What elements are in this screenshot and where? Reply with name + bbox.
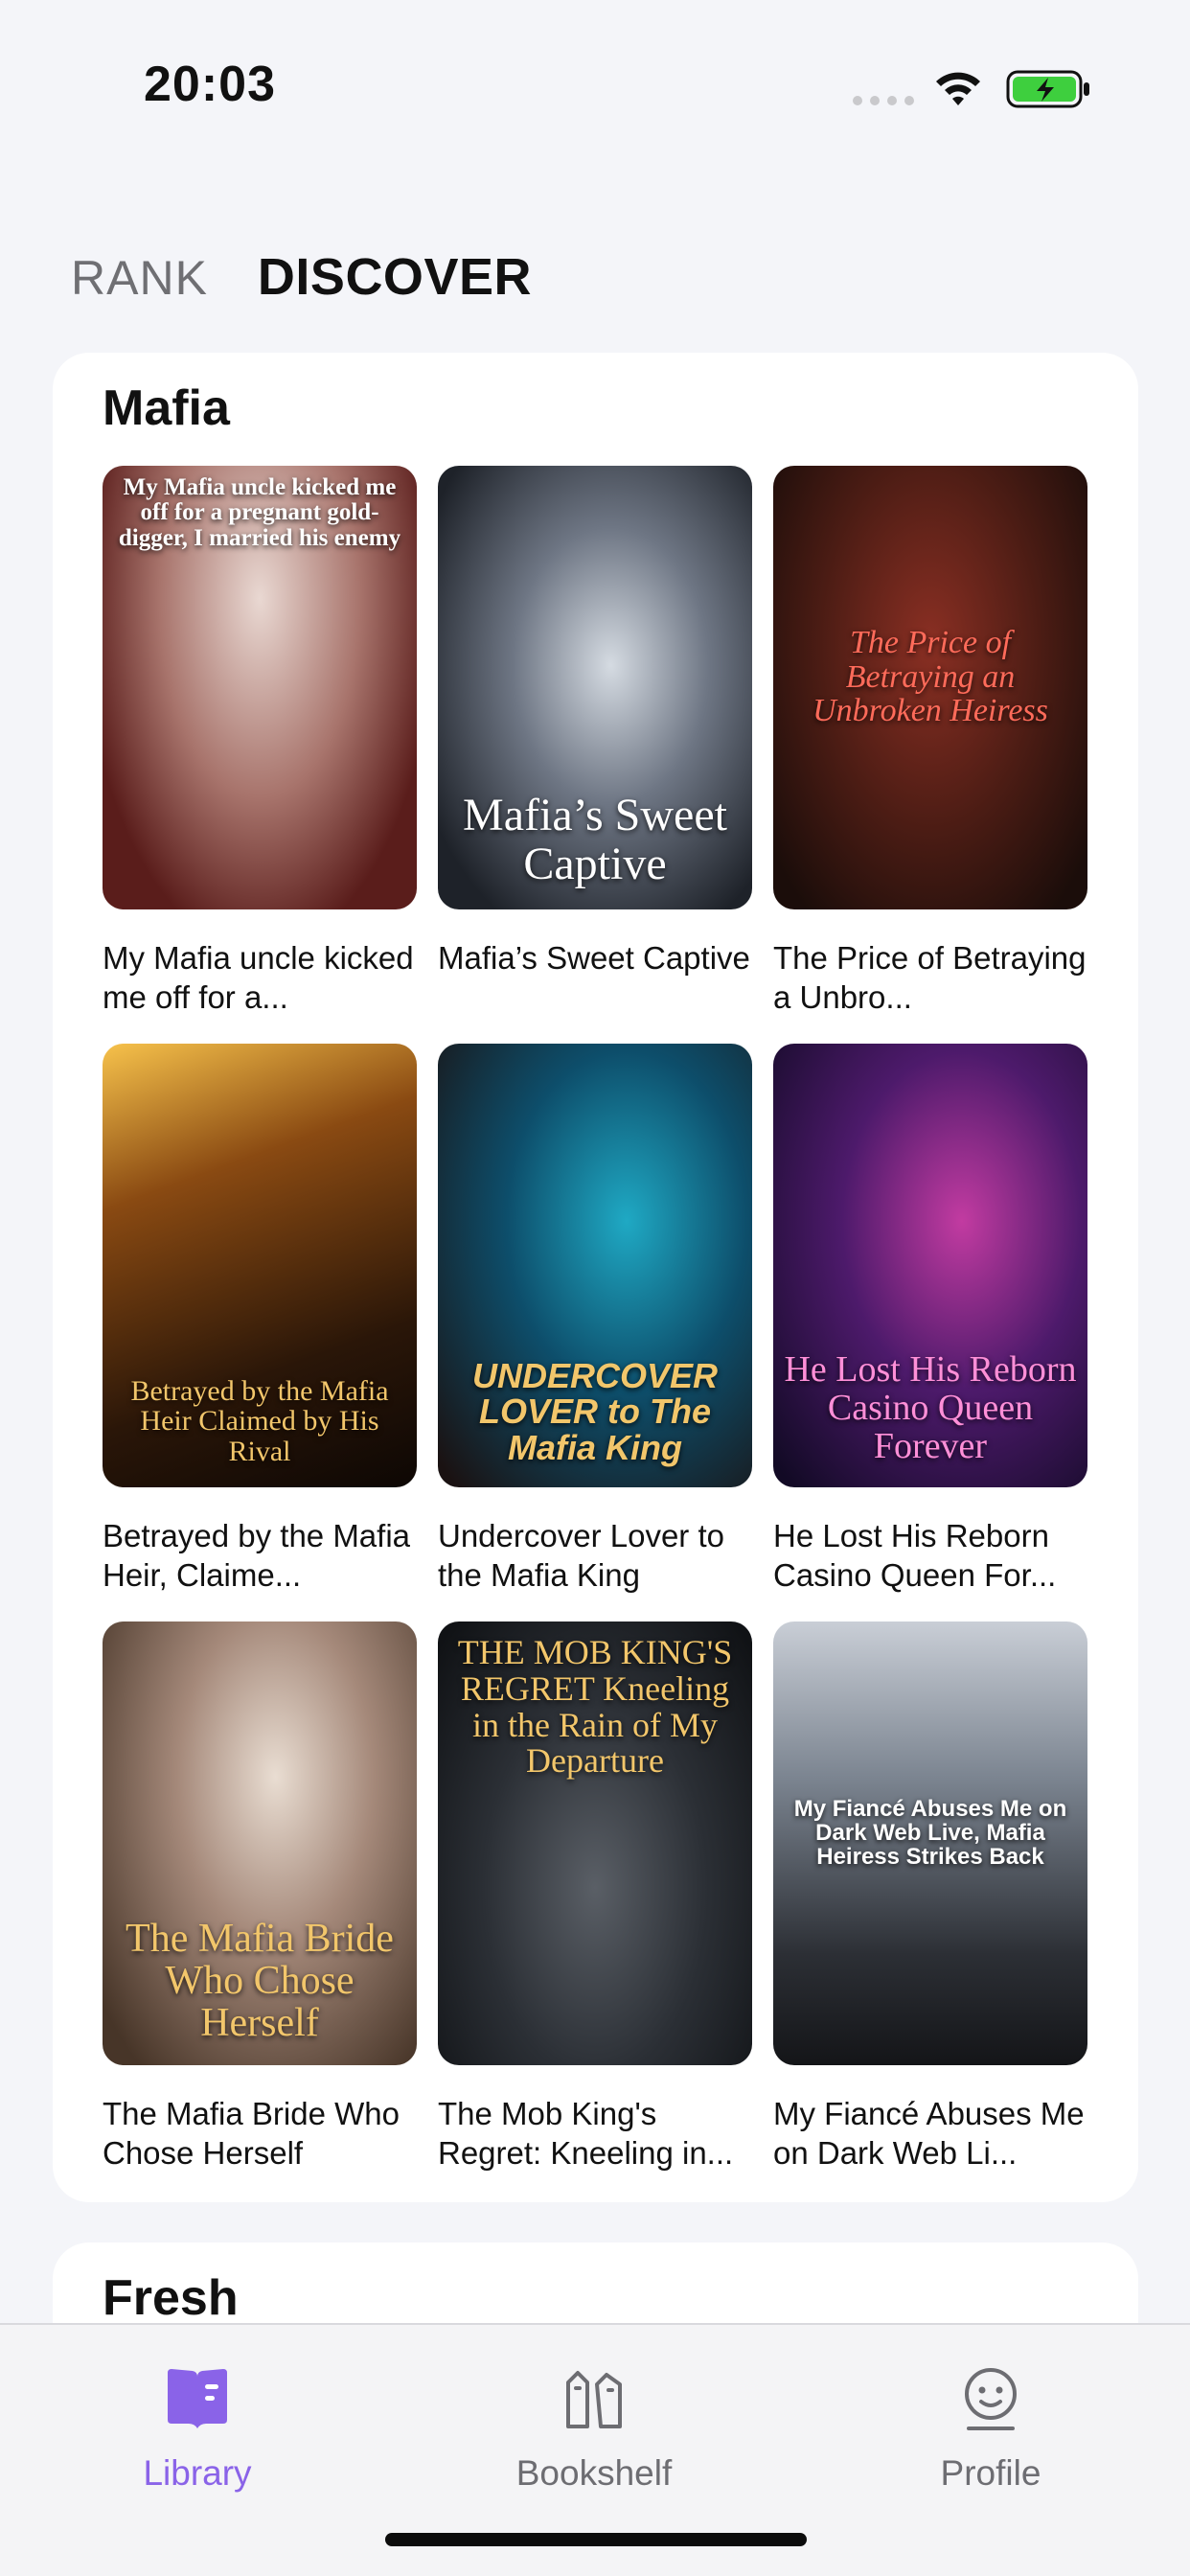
- cover-text: The Mafia Bride Who Chose Herself: [126, 1916, 394, 2045]
- nav-label: Bookshelf: [515, 2453, 673, 2493]
- book-card[interactable]: UNDERCOVER LOVER to The Mafia King Under…: [438, 1044, 752, 1593]
- book-card[interactable]: My Mafia uncle kicked me off for a pregn…: [103, 466, 417, 1015]
- home-indicator: [385, 2533, 807, 2546]
- book-card[interactable]: My Fiancé Abuses Me on Dark Web Live, Ma…: [773, 1622, 1087, 2171]
- cover-text: The Price of Betraying an Unbroken Heire…: [812, 624, 1048, 729]
- book-title[interactable]: He Lost His Reborn Casino Queen For...: [773, 1516, 1087, 1595]
- tab-rank[interactable]: RANK: [71, 250, 208, 306]
- status-time: 20:03: [144, 57, 276, 112]
- book-card[interactable]: THE MOB KING'S REGRET Kneeling in the Ra…: [438, 1622, 752, 2171]
- cover-text: Mafia’s Sweet Captive: [463, 790, 727, 889]
- book-cover[interactable]: UNDERCOVER LOVER to The Mafia King: [438, 1044, 752, 1487]
- status-bar: 20:03: [0, 0, 1190, 144]
- book-title[interactable]: My Mafia uncle kicked me off for a...: [103, 938, 417, 1017]
- bookshelf-icon: [566, 2371, 622, 2428]
- tab-discover[interactable]: DISCOVER: [258, 247, 532, 307]
- nav-label: Library: [143, 2453, 252, 2493]
- book-card[interactable]: He Lost His Reborn Casino Queen Forever …: [773, 1044, 1087, 1593]
- book-cover[interactable]: THE MOB KING'S REGRET Kneeling in the Ra…: [438, 1622, 752, 2065]
- book-card[interactable]: The Price of Betraying an Unbroken Heire…: [773, 466, 1087, 1015]
- profile-face-icon: [965, 2368, 1017, 2430]
- book-cover[interactable]: The Price of Betraying an Unbroken Heire…: [773, 466, 1087, 909]
- cellular-signal-icon: [853, 96, 914, 105]
- book-title[interactable]: Betrayed by the Mafia Heir, Claime...: [103, 1516, 417, 1595]
- top-tabs: RANK DISCOVER: [71, 247, 532, 307]
- cover-text: UNDERCOVER LOVER to The Mafia King: [471, 1355, 719, 1468]
- battery-charging-icon: [1006, 70, 1089, 108]
- section-title: Fresh: [103, 2270, 239, 2326]
- nav-label: Profile: [940, 2453, 1041, 2493]
- book-card[interactable]: Mafia’s Sweet Captive Mafia’s Sweet Capt…: [438, 466, 752, 1013]
- book-cover[interactable]: My Fiancé Abuses Me on Dark Web Live, Ma…: [773, 1622, 1087, 2065]
- section-title: Mafia: [103, 380, 230, 436]
- cover-text: THE MOB KING'S REGRET Kneeling in the Ra…: [457, 1633, 733, 1781]
- book-cover[interactable]: The Mafia Bride Who Chose Herself: [103, 1622, 417, 2065]
- book-title[interactable]: The Mob King's Regret: Kneeling in...: [438, 2094, 752, 2173]
- nav-bookshelf[interactable]: Bookshelf: [469, 2363, 719, 2494]
- nav-profile[interactable]: Profile: [866, 2363, 1115, 2494]
- book-title[interactable]: My Fiancé Abuses Me on Dark Web Li...: [773, 2094, 1087, 2173]
- cover-text: My Fiancé Abuses Me on Dark Web Live, Ma…: [793, 1795, 1067, 1871]
- book-cover[interactable]: He Lost His Reborn Casino Queen Forever: [773, 1044, 1087, 1487]
- cover-text: Betrayed by the Mafia Heir Claimed by Hi…: [130, 1374, 389, 1467]
- wifi-icon: [936, 72, 980, 105]
- nav-library[interactable]: Library: [73, 2363, 322, 2494]
- book-title[interactable]: Mafia’s Sweet Captive: [438, 938, 752, 1017]
- library-book-icon: [168, 2369, 227, 2428]
- book-cover[interactable]: My Mafia uncle kicked me off for a pregn…: [103, 466, 417, 909]
- book-title[interactable]: The Price of Betraying a Unbro...: [773, 938, 1087, 1017]
- book-card[interactable]: The Mafia Bride Who Chose Herself The Ma…: [103, 1622, 417, 2171]
- book-cover[interactable]: Mafia’s Sweet Captive: [438, 466, 752, 909]
- book-title[interactable]: Undercover Lover to the Mafia King: [438, 1516, 752, 1595]
- book-grid: My Mafia uncle kicked me off for a pregn…: [103, 466, 1087, 2171]
- book-cover[interactable]: Betrayed by the Mafia Heir Claimed by Hi…: [103, 1044, 417, 1487]
- book-title[interactable]: The Mafia Bride Who Chose Herself: [103, 2094, 417, 2173]
- cover-text: My Mafia uncle kicked me off for a pregn…: [118, 474, 401, 551]
- book-card[interactable]: Betrayed by the Mafia Heir Claimed by Hi…: [103, 1044, 417, 1593]
- section-mafia: Mafia My Mafia uncle kicked me off for a…: [53, 353, 1138, 2202]
- cover-text: He Lost His Reborn Casino Queen Forever: [784, 1349, 1077, 1467]
